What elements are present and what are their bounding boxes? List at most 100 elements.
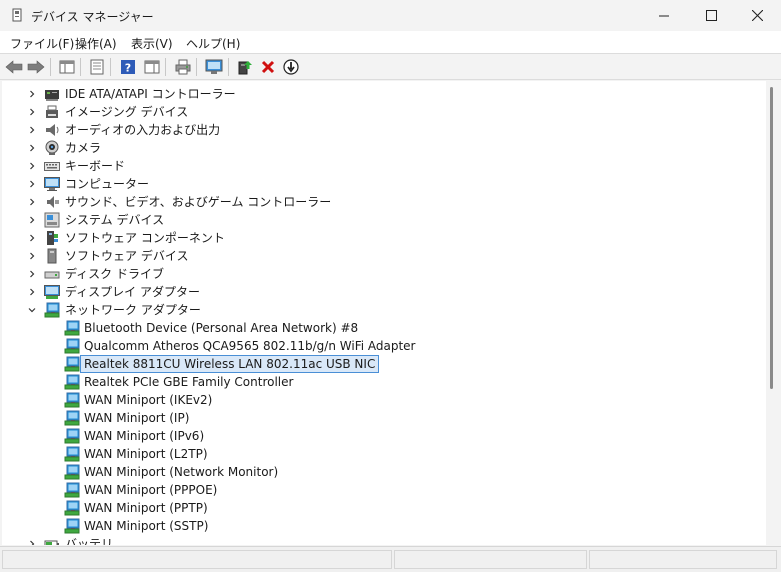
- display-adapter-icon: [44, 284, 60, 300]
- forward-button[interactable]: [26, 57, 46, 77]
- tree-device-row[interactable]: WAN Miniport (IP): [2, 409, 762, 427]
- back-arrow-icon: [5, 60, 23, 74]
- chevron-right-icon[interactable]: [26, 250, 38, 262]
- chevron-right-icon[interactable]: [26, 160, 38, 172]
- device-tree[interactable]: IDE ATA/ATAPI コントローラー イメージング デバイス オーディオの入力…: [2, 81, 766, 545]
- toolbar-separator: [228, 58, 229, 76]
- menu-bar: ファイル(F) 操作(A) 表示(V) ヘルプ(H): [0, 31, 781, 53]
- network-adapter-icon: [64, 446, 80, 462]
- menu-action[interactable]: 操作(A): [75, 35, 117, 52]
- tree-device-row[interactable]: WAN Miniport (IPv6): [2, 427, 762, 445]
- keyboard-icon: [44, 158, 60, 174]
- chevron-right-icon[interactable]: [26, 268, 38, 280]
- chevron-right-icon[interactable]: [26, 106, 38, 118]
- menu-view[interactable]: 表示(V): [131, 35, 173, 52]
- uninstall-device-button[interactable]: [258, 57, 278, 77]
- delete-x-icon: [261, 60, 275, 74]
- status-pane: [589, 550, 777, 569]
- help-button[interactable]: ?: [118, 57, 138, 77]
- tree-category-row[interactable]: キーボード: [2, 157, 762, 175]
- tree-category-row[interactable]: ソフトウェア デバイス: [2, 247, 762, 265]
- chevron-right-icon[interactable]: [26, 196, 38, 208]
- chevron-down-icon[interactable]: [26, 304, 38, 316]
- tree-item-label: ソフトウェア コンポーネント: [65, 231, 225, 245]
- tree-item-label: WAN Miniport (PPPOE): [84, 483, 218, 497]
- print-button[interactable]: [173, 57, 193, 77]
- software-device-icon: [44, 248, 60, 264]
- vertical-scrollbar[interactable]: [766, 81, 779, 545]
- software-component-icon: [44, 230, 60, 246]
- tree-item-label: Qualcomm Atheros QCA9565 802.11b/g/n WiF…: [84, 339, 416, 353]
- menu-file[interactable]: ファイル(F): [10, 35, 74, 52]
- tree-device-row[interactable]: WAN Miniport (SSTP): [2, 517, 762, 535]
- chevron-right-icon[interactable]: [26, 178, 38, 190]
- disable-device-icon: [283, 59, 299, 75]
- tree-item-label: ネットワーク アダプター: [65, 303, 201, 317]
- tree-device-row[interactable]: Realtek PCIe GBE Family Controller: [2, 373, 762, 391]
- toolbar-separator: [196, 58, 197, 76]
- chevron-right-icon[interactable]: [26, 538, 38, 545]
- forward-arrow-icon: [27, 60, 45, 74]
- network-adapter-icon: [64, 464, 80, 480]
- maximize-icon: [705, 10, 717, 21]
- status-bar: [0, 546, 781, 572]
- tree-device-row[interactable]: WAN Miniport (PPPOE): [2, 481, 762, 499]
- action-pane-button[interactable]: [142, 57, 162, 77]
- tree-category-row[interactable]: カメラ: [2, 139, 762, 157]
- close-button[interactable]: [734, 0, 780, 31]
- toolbar-separator: [165, 58, 166, 76]
- tree-category-row[interactable]: サウンド、ビデオ、およびゲーム コントローラー: [2, 193, 762, 211]
- tree-item-label: WAN Miniport (IP): [84, 411, 190, 425]
- chevron-right-icon[interactable]: [26, 214, 38, 226]
- status-pane: [2, 550, 392, 569]
- tree-device-row[interactable]: Qualcomm Atheros QCA9565 802.11b/g/n WiF…: [2, 337, 762, 355]
- disk-drive-icon: [44, 266, 60, 282]
- tree-device-row[interactable]: Bluetooth Device (Personal Area Network)…: [2, 319, 762, 337]
- chevron-right-icon[interactable]: [26, 88, 38, 100]
- tree-item-label: WAN Miniport (L2TP): [84, 447, 208, 461]
- system-device-icon: [44, 212, 60, 228]
- tree-category-row[interactable]: ネットワーク アダプター: [2, 301, 762, 319]
- properties-button[interactable]: [87, 57, 107, 77]
- tree-device-row[interactable]: WAN Miniport (PPTP): [2, 499, 762, 517]
- tree-item-label: サウンド、ビデオ、およびゲーム コントローラー: [65, 195, 332, 209]
- tree-device-row[interactable]: WAN Miniport (IKEv2): [2, 391, 762, 409]
- network-adapter-icon: [64, 428, 80, 444]
- tree-category-row[interactable]: ディスク ドライブ: [2, 265, 762, 283]
- tree-category-row[interactable]: IDE ATA/ATAPI コントローラー: [2, 85, 762, 103]
- scrollbar-thumb[interactable]: [770, 87, 773, 389]
- maximize-button[interactable]: [688, 0, 734, 31]
- tree-device-row[interactable]: WAN Miniport (L2TP): [2, 445, 762, 463]
- chevron-right-icon[interactable]: [26, 142, 38, 154]
- tree-item-label: ディスプレイ アダプター: [65, 285, 200, 299]
- update-driver-button[interactable]: [235, 57, 255, 77]
- chevron-right-icon[interactable]: [26, 124, 38, 136]
- tree-category-row[interactable]: ソフトウェア コンポーネント: [2, 229, 762, 247]
- tree-category-row[interactable]: コンピューター: [2, 175, 762, 193]
- back-button[interactable]: [4, 57, 24, 77]
- tree-item-label: Realtek PCIe GBE Family Controller: [84, 375, 294, 389]
- toolbar-separator: [110, 58, 111, 76]
- network-adapter-icon: [64, 392, 80, 408]
- network-adapter-icon: [64, 356, 80, 372]
- tree-category-row[interactable]: バッテリ: [2, 535, 762, 545]
- tree-category-row[interactable]: オーディオの入力および出力: [2, 121, 762, 139]
- tree-device-row[interactable]: Realtek 8811CU Wireless LAN 802.11ac USB…: [2, 355, 762, 373]
- device-manager-icon: [12, 8, 22, 22]
- status-pane: [394, 550, 587, 569]
- camera-icon: [44, 140, 60, 156]
- chevron-right-icon[interactable]: [26, 286, 38, 298]
- tree-item-label: キーボード: [65, 159, 126, 173]
- tree-category-row[interactable]: ディスプレイ アダプター: [2, 283, 762, 301]
- tree-device-row[interactable]: WAN Miniport (Network Monitor): [2, 463, 762, 481]
- chevron-right-icon[interactable]: [26, 232, 38, 244]
- minimize-button[interactable]: [641, 0, 687, 31]
- tree-category-row[interactable]: イメージング デバイス: [2, 103, 762, 121]
- tree-category-row[interactable]: システム デバイス: [2, 211, 762, 229]
- scan-hardware-changes-button[interactable]: [204, 57, 224, 77]
- disable-device-button[interactable]: [281, 57, 301, 77]
- show-hide-console-tree-button[interactable]: [57, 57, 77, 77]
- tree-item-label: ディスク ドライブ: [65, 267, 164, 281]
- action-pane-icon: [144, 60, 160, 74]
- menu-help[interactable]: ヘルプ(H): [186, 35, 240, 52]
